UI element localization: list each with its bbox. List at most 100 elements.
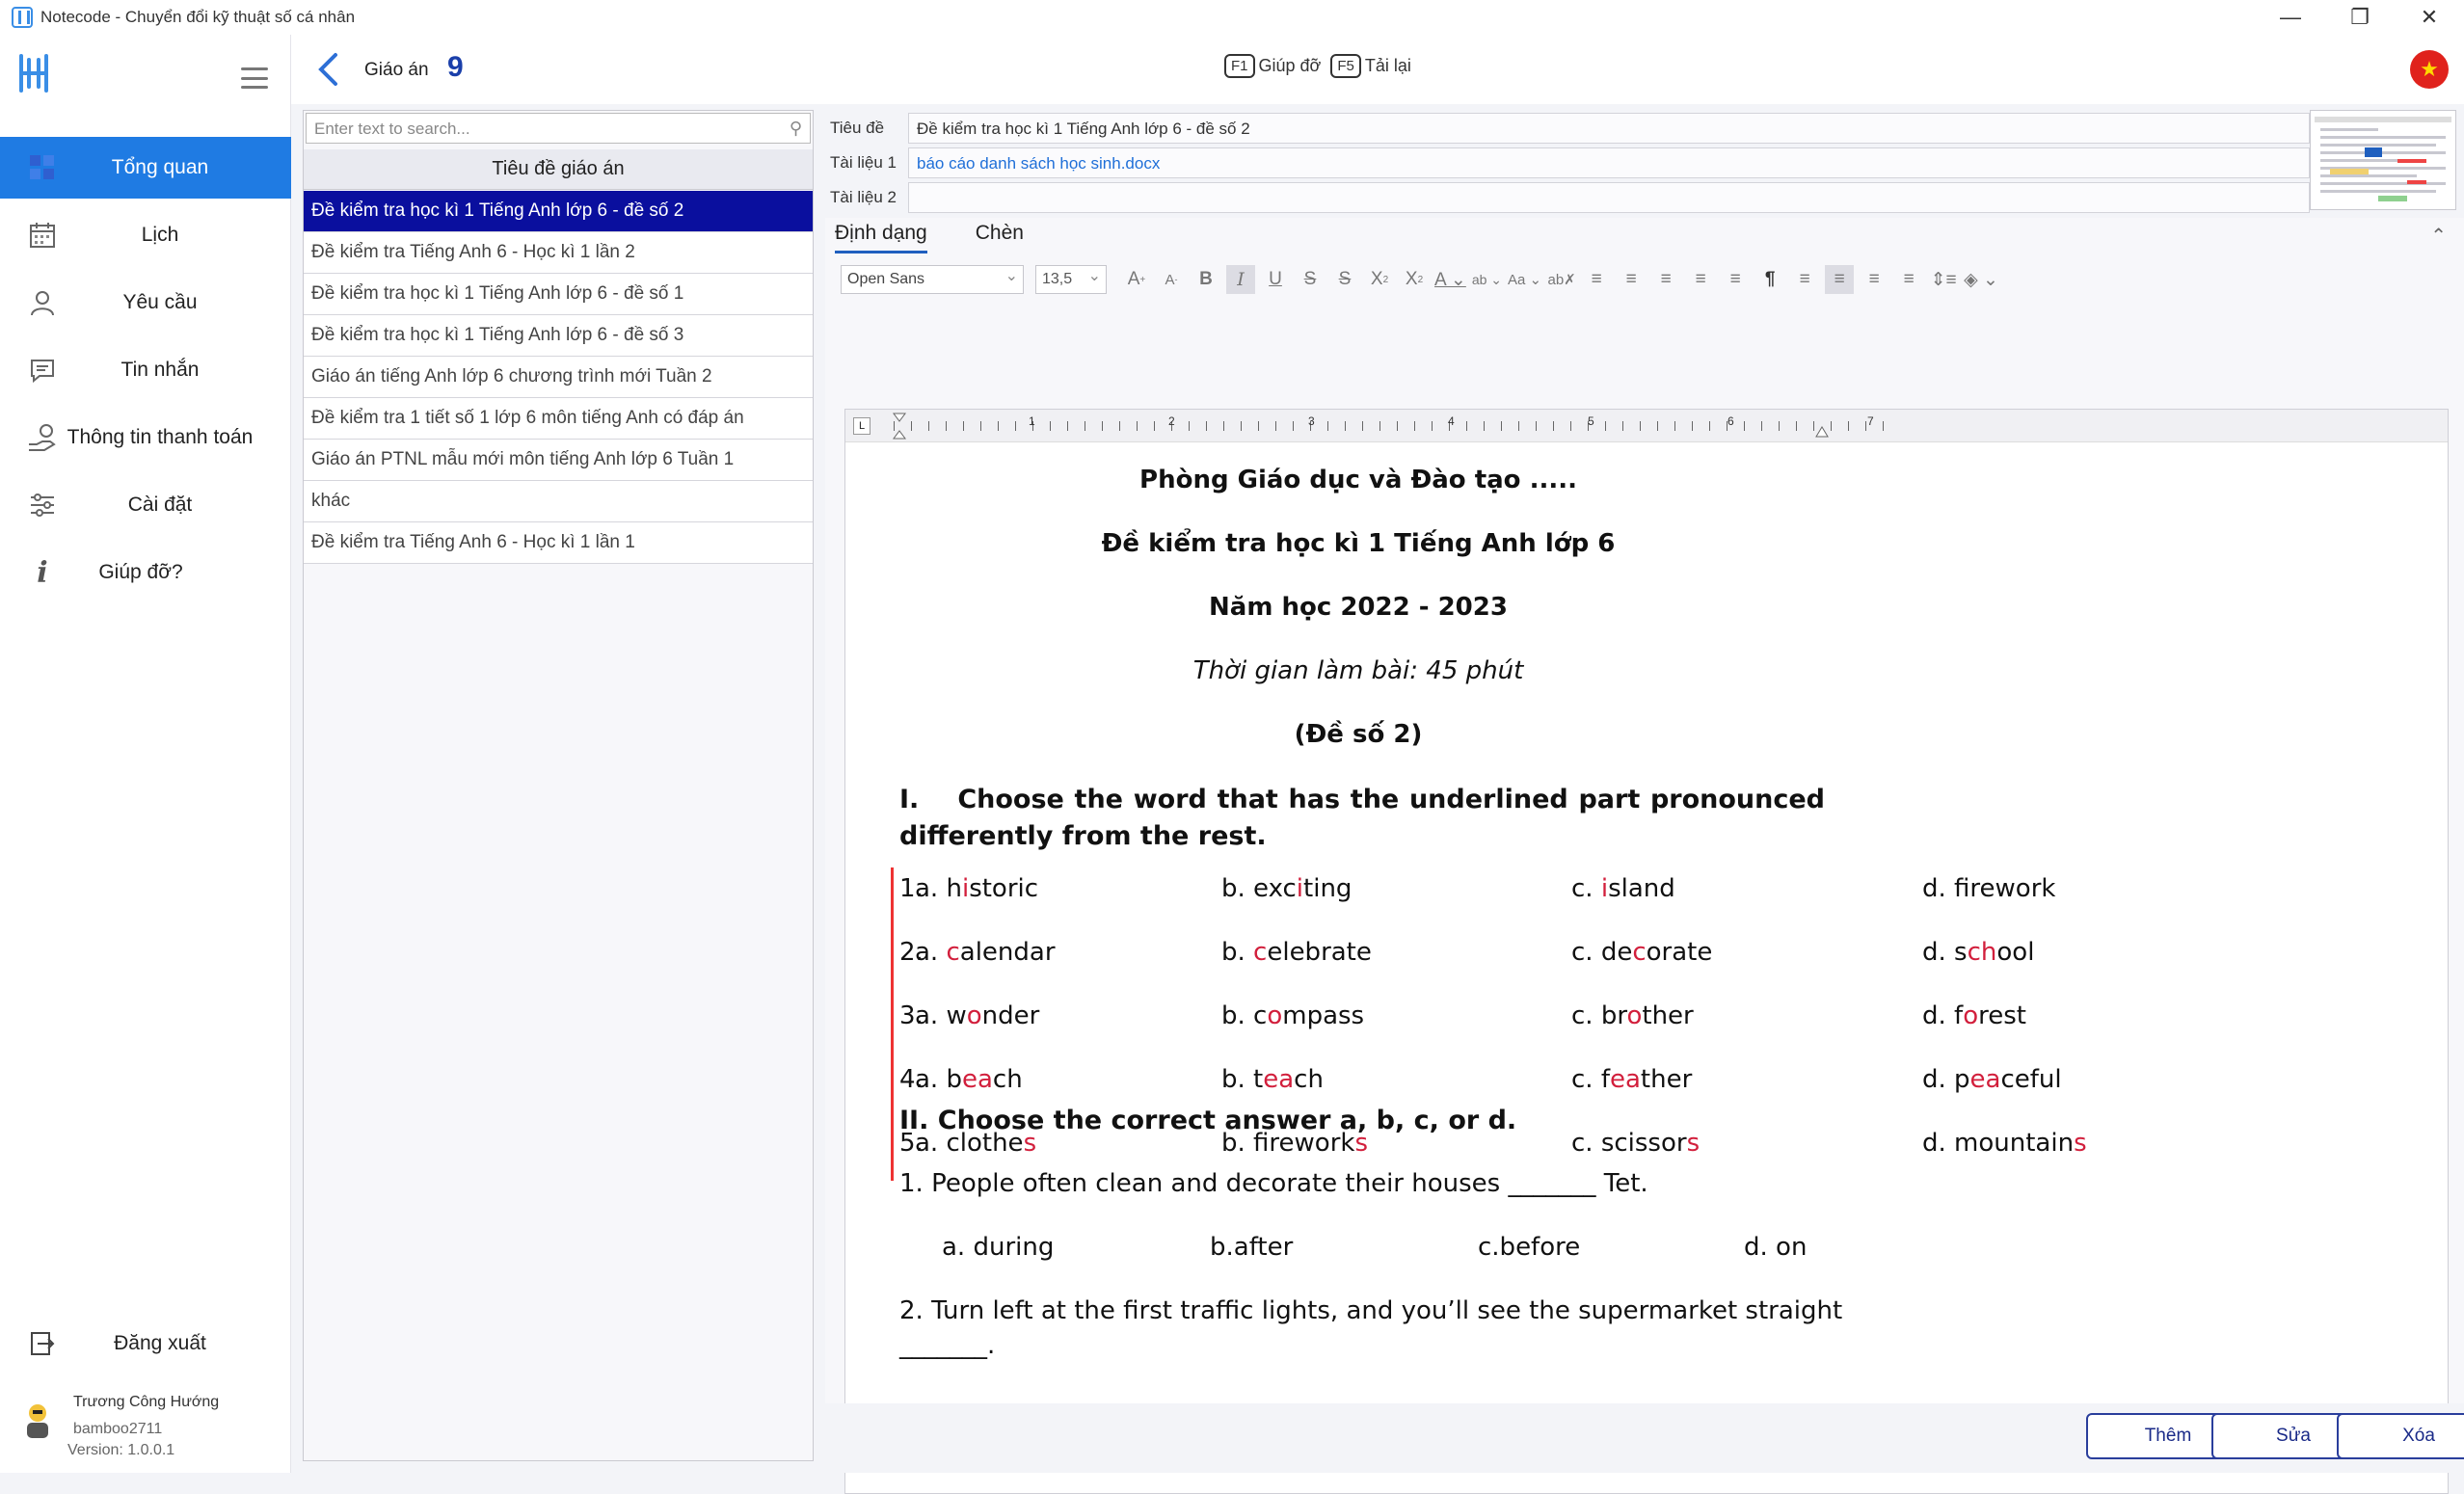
reload-shortcut-label[interactable]: Tải lại [1365,56,1411,76]
align-right-icon[interactable]: ≡ [1860,265,1888,294]
exercise-option: c. decorate [1571,938,1713,967]
bullet-list-icon[interactable]: ≡ [1582,265,1611,294]
sidebar-item-requests[interactable]: Yêu cầu [0,272,291,333]
multilevel-list-icon[interactable]: ≡ [1651,265,1680,294]
sidebar-item-help[interactable]: i Giúp đỡ? [0,542,291,603]
sidebar-item-messages[interactable]: Tin nhắn [0,339,291,401]
minimize-button[interactable]: — [2256,0,2325,35]
list-item[interactable]: Đề kiểm tra Tiếng Anh 6 - Học kì 1 lần 1 [304,522,813,564]
indent-marker-icon[interactable] [892,412,907,440]
document-thumbnail[interactable] [2310,110,2456,210]
user-info: Trương Công Hướng bamboo2711 Version: 1.… [0,1384,291,1473]
exercise-option: b. compass [1221,1001,1365,1030]
exercise-option: a. beach [915,1065,1023,1094]
list-item[interactable]: Đề kiểm tra học kì 1 Tiếng Anh lớp 6 - đ… [304,191,813,232]
answer-option: d. on [1744,1233,1808,1262]
document-page[interactable]: L 2 3 4 5 6 7 1 Phòng Giáo dục và Đào tạ… [844,409,2449,1494]
justify-icon[interactable]: ≡ [1894,265,1923,294]
ruler-number: 4 [1448,414,1455,428]
paragraph-marks-icon[interactable]: ¶ [1755,265,1784,294]
language-flag-icon[interactable]: ★ [2410,50,2449,89]
format-toolbar: Open Sans 13,5 A+ A- B I U S S X2 X2 A ⌄… [841,262,2431,297]
font-color-icon[interactable]: A ⌄ [1434,265,1466,294]
back-icon[interactable] [316,52,339,87]
superscript-icon[interactable]: X2 [1365,265,1394,294]
delete-button[interactable]: Xóa [2337,1413,2464,1459]
help-shortcut-label[interactable]: Giúp đỡ [1259,56,1322,76]
shrink-font-icon[interactable]: A- [1157,265,1186,294]
sidebar-item-settings[interactable]: Cài đặt [0,474,291,536]
ruler: L 2 3 4 5 6 7 1 [845,410,2448,442]
tab-stop-selector[interactable]: L [853,417,870,435]
font-family-select[interactable]: Open Sans [841,265,1024,294]
restore-button[interactable]: ❐ [2325,0,2395,35]
search-input[interactable]: Enter text to search... ⚲ [306,113,811,144]
increase-indent-icon[interactable]: ≡ [1721,265,1750,294]
double-strikethrough-icon[interactable]: S [1330,265,1359,294]
bold-icon[interactable]: B [1192,265,1220,294]
strikethrough-icon[interactable]: S [1296,265,1325,294]
app-version: Version: 1.0.0.1 [67,1442,175,1458]
answer-option: c.before [1478,1233,1581,1262]
subscript-icon[interactable]: X2 [1400,265,1429,294]
doc-line: (Đề số 2) [1294,720,1423,749]
change-case-icon[interactable]: Aa ⌄ [1508,265,1541,294]
sidebar-item-calendar[interactable]: Lịch [0,204,291,266]
list-item[interactable]: khác [304,481,813,522]
close-button[interactable]: ✕ [2395,0,2464,35]
sidebar-item-payment[interactable]: Thông tin thanh toán [0,407,291,468]
clear-format-icon[interactable]: ab✗ [1547,265,1576,294]
doc-line: Đề kiểm tra học kì 1 Tiếng Anh lớp 6 [1101,529,1616,558]
list-item[interactable]: Đề kiểm tra học kì 1 Tiếng Anh lớp 6 - đ… [304,274,813,315]
grow-font-icon[interactable]: A + [1122,265,1151,294]
list-item[interactable]: Đề kiểm tra học kì 1 Tiếng Anh lớp 6 - đ… [304,315,813,357]
shading-icon[interactable]: ◈ ⌄ [1964,265,1998,294]
ruler-number: 6 [1727,414,1734,428]
menu-toggle-button[interactable] [241,67,268,89]
help-key[interactable]: F1 [1224,54,1255,78]
tab-format[interactable]: Định dạng [835,222,927,253]
right-indent-marker-icon[interactable] [1814,423,1830,439]
exercise-option: d. peaceful [1922,1065,2062,1094]
username: bamboo2711 [73,1421,163,1437]
numbered-list-icon[interactable]: ≡ [1617,265,1646,294]
title-field[interactable]: Đề kiểm tra học kì 1 Tiếng Anh lớp 6 - đ… [908,113,2310,144]
shortcut-bar: F1 Giúp đỡ F5 Tải lại [1215,54,1411,78]
collapse-ribbon-icon[interactable]: ⌃ [2430,224,2447,248]
font-size-select[interactable]: 13,5 [1035,265,1107,294]
exercise-option: d. school [1922,938,2035,967]
exercise-option: a. wonder [915,1001,1040,1030]
document2-field[interactable] [908,182,2310,213]
title-row: Tiêu đề Đề kiểm tra học kì 1 Tiếng Anh l… [825,112,2310,145]
align-center-icon[interactable]: ≡ [1825,265,1855,294]
question-item: 1. People often clean and decorate their… [899,1169,1648,1198]
line-spacing-icon[interactable]: ⇕≡ [1929,265,1958,294]
align-left-icon[interactable]: ≡ [1790,265,1819,294]
doc-line: Phòng Giáo dục và Đào tạo ..... [1139,466,1577,494]
exercise-option: b. teach [1221,1065,1324,1094]
list-item[interactable]: Đề kiểm tra Tiếng Anh 6 - Học kì 1 lần 2 [304,232,813,274]
search-icon[interactable]: ⚲ [790,119,802,139]
sidebar-item-overview[interactable]: Tổng quan [0,137,291,199]
highlight-icon[interactable]: ab ⌄ [1472,265,1502,294]
rich-text-editor: Định dạng Chèn ⌃ Open Sans 13,5 A+ A- B … [825,218,2464,1494]
page-title: Giáo án [364,60,429,80]
document1-row: Tài liệu 1 báo cáo danh sách học sinh.do… [825,147,2310,179]
decrease-indent-icon[interactable]: ≡ [1686,265,1715,294]
list-item[interactable]: Giáo án tiếng Anh lớp 6 chương trình mới… [304,357,813,398]
list-column-header[interactable]: Tiêu đề giáo án [304,149,813,190]
user-full-name: Trương Công Hướng [73,1394,220,1410]
revision-bar [891,867,894,1181]
logout-button[interactable]: Đăng xuất [0,1313,291,1374]
doc-line: Năm học 2022 - 2023 [1209,593,1508,622]
list-item[interactable]: Giáo án PTNL mẫu mới môn tiếng Anh lớp 6… [304,440,813,481]
underline-icon[interactable]: U [1261,265,1290,294]
document1-link[interactable]: báo cáo danh sách học sinh.docx [908,147,2310,178]
italic-icon[interactable]: I [1226,265,1255,294]
reload-key[interactable]: F5 [1330,54,1361,78]
answer-option: b.after [1210,1233,1294,1262]
list-item[interactable]: Đề kiểm tra 1 tiết số 1 lớp 6 môn tiếng … [304,398,813,440]
tab-insert[interactable]: Chèn [976,222,1024,253]
avatar [27,1404,48,1438]
exercise-option: d. mountains [1922,1129,2087,1158]
